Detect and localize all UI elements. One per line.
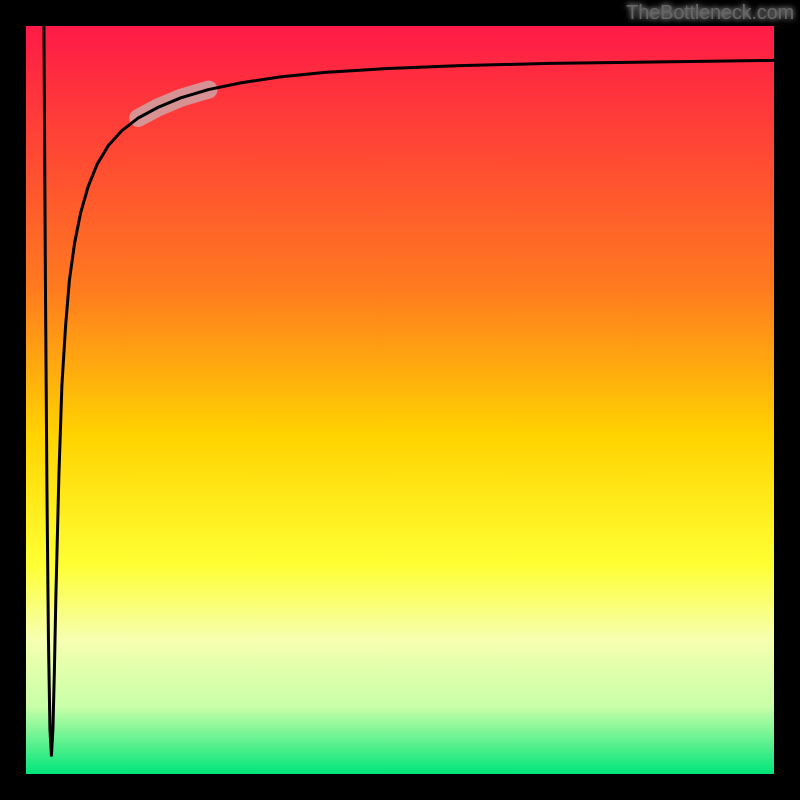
bottleneck-chart [0, 0, 800, 800]
chart-plot-area [26, 26, 774, 774]
watermark-label: TheBottleneck.com [626, 2, 794, 25]
